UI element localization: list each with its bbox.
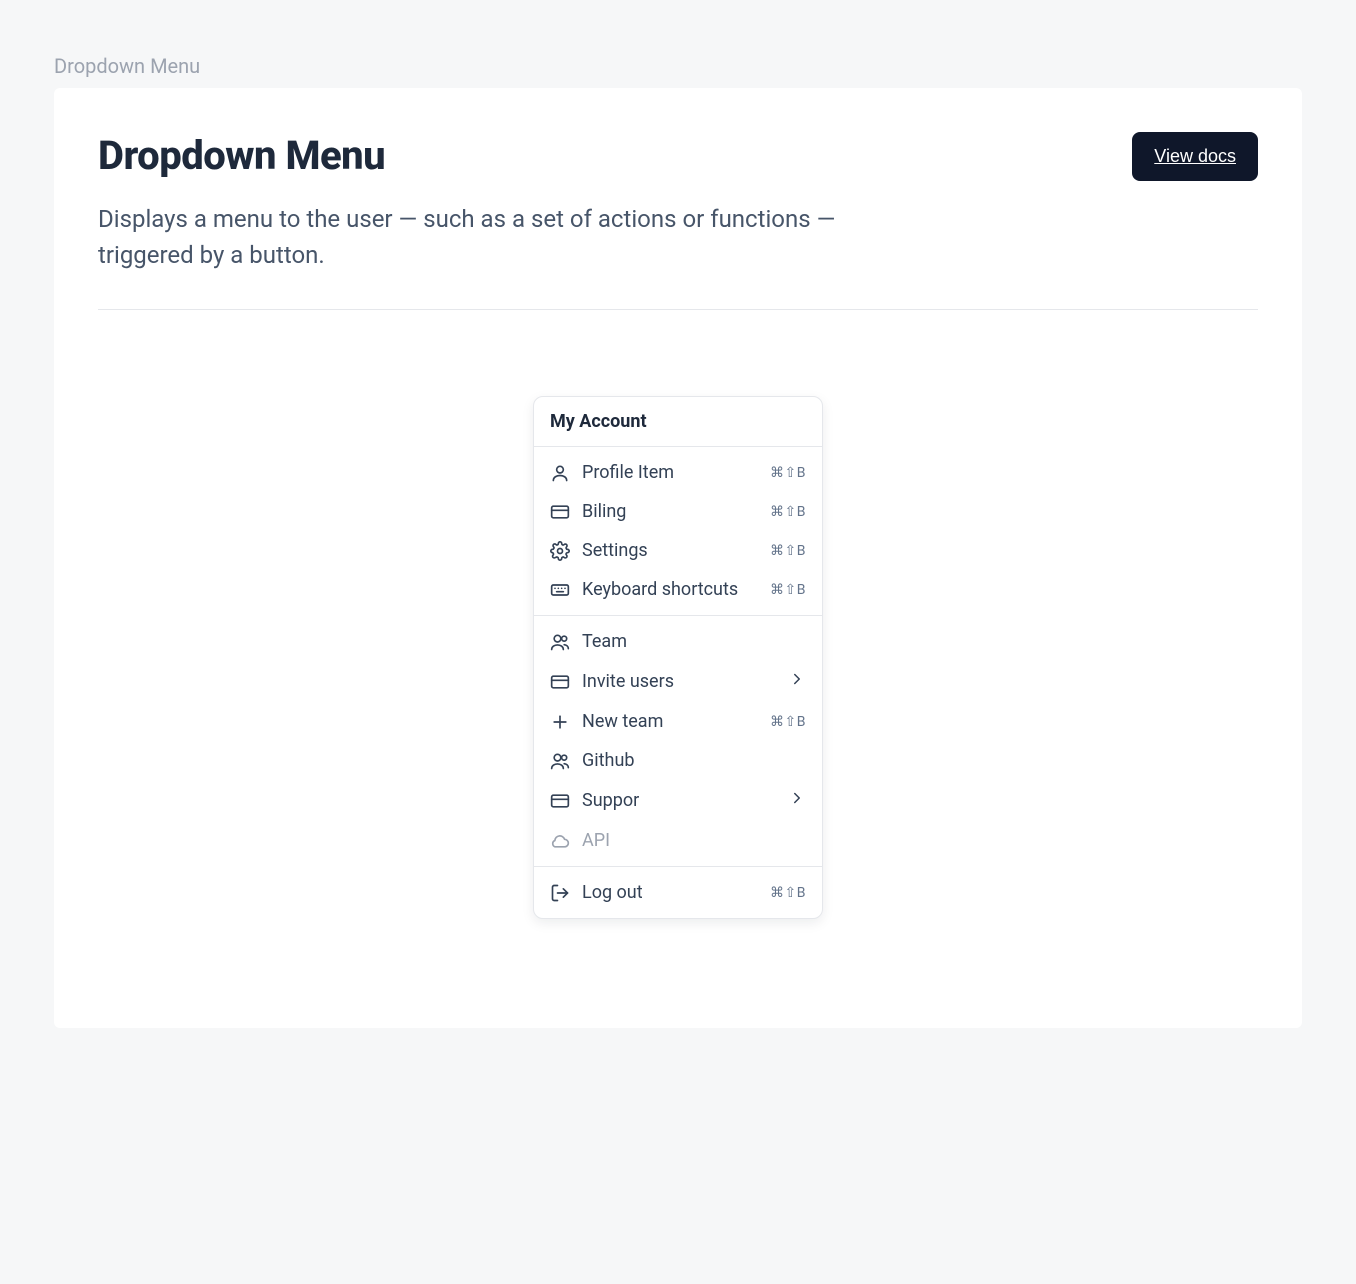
menu-item[interactable]: Log out ⌘⇧B [534, 873, 822, 912]
menu-group: Log out ⌘⇧B [534, 867, 822, 918]
menu-item[interactable]: Settings ⌘⇧B [534, 531, 822, 570]
menu-item[interactable]: New team ⌘⇧B [534, 702, 822, 741]
menu-item[interactable]: Team [534, 622, 822, 661]
users-icon [550, 751, 570, 771]
menu-item[interactable]: Invite users [534, 661, 822, 702]
breadcrumb: Dropdown Menu [54, 54, 1302, 78]
menu-item-label: Profile Item [582, 462, 758, 483]
menu-group: Profile Item⌘⇧BBiling⌘⇧BSettings⌘⇧BKeybo… [534, 447, 822, 615]
dropdown-title: My Account [534, 397, 822, 447]
gear-icon [550, 541, 570, 561]
chevron-right-icon [788, 789, 806, 812]
menu-item-label: New team [582, 711, 758, 732]
logout-icon [550, 883, 570, 903]
users-icon [550, 632, 570, 652]
credit-card-icon [550, 502, 570, 522]
chevron-right-icon [788, 670, 806, 693]
menu-item-label: Invite users [582, 671, 776, 692]
menu-item[interactable]: Suppor [534, 780, 822, 821]
view-docs-button[interactable]: View docs [1132, 132, 1258, 181]
page-title: Dropdown Menu [98, 132, 385, 179]
menu-item[interactable]: Github [534, 741, 822, 780]
menu-item[interactable]: Keyboard shortcuts ⌘⇧B [534, 570, 822, 609]
demo-card: Dropdown Menu View docs Displays a menu … [54, 88, 1302, 1028]
cloud-icon [550, 831, 570, 851]
menu-item-shortcut: ⌘⇧B [770, 582, 806, 598]
menu-item-label: Settings [582, 540, 758, 561]
menu-group: Team Invite users New team ⌘⇧B Github Suppor A… [534, 616, 822, 866]
plus-icon [550, 712, 570, 732]
menu-item[interactable]: Biling ⌘⇧B [534, 492, 822, 531]
menu-item-shortcut: ⌘⇧B [770, 465, 806, 481]
menu-item[interactable]: Profile Item ⌘⇧B [534, 453, 822, 492]
credit-card-icon [550, 791, 570, 811]
menu-item-shortcut: ⌘⇧B [770, 543, 806, 559]
dropdown-menu: My Account Profile Item⌘⇧BBiling⌘⇧BSetti… [533, 396, 823, 919]
menu-item-label: Team [582, 631, 806, 652]
menu-item-shortcut: ⌘⇧B [770, 885, 806, 901]
menu-item-label: API [582, 830, 806, 851]
page-description: Displays a menu to the user — such as a … [98, 201, 878, 273]
menu-item-label: Keyboard shortcuts [582, 579, 758, 600]
menu-item: API [534, 821, 822, 860]
user-icon [550, 463, 570, 483]
menu-item-shortcut: ⌘⇧B [770, 504, 806, 520]
menu-item-label: Log out [582, 882, 758, 903]
menu-item-label: Biling [582, 501, 758, 522]
menu-item-label: Github [582, 750, 806, 771]
keyboard-icon [550, 580, 570, 600]
menu-item-label: Suppor [582, 790, 776, 811]
credit-card-icon [550, 672, 570, 692]
menu-item-shortcut: ⌘⇧B [770, 714, 806, 730]
